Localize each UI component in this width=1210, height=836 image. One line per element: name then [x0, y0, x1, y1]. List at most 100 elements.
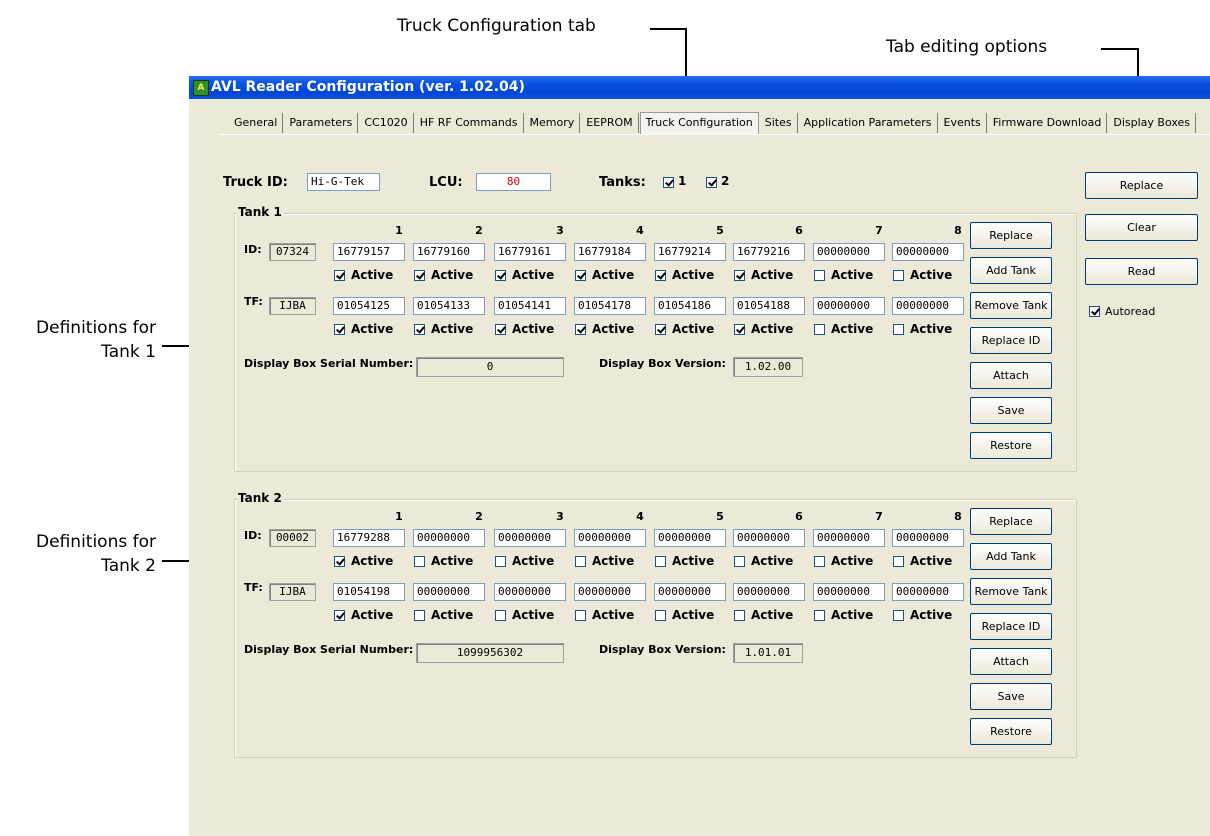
tf-input-6[interactable]: 00000000 [733, 583, 805, 601]
id-active-checkbox-8[interactable] [893, 270, 904, 281]
replace-button[interactable]: Replace [1085, 172, 1198, 199]
replace-tank-button[interactable]: Replace [970, 508, 1052, 535]
id-active-checkbox-2[interactable] [414, 270, 425, 281]
save-button[interactable]: Save [970, 397, 1052, 424]
tf-active-checkbox-2[interactable] [414, 610, 425, 621]
id-input-2[interactable]: 00000000 [413, 529, 485, 547]
tf-active-checkbox-7[interactable] [814, 610, 825, 621]
tf-input-1[interactable]: 01054125 [333, 297, 405, 315]
id-input-1[interactable]: 16779288 [333, 529, 405, 547]
tf-input-8[interactable]: 00000000 [892, 583, 964, 601]
id-active-checkbox-6[interactable] [734, 556, 745, 567]
clear-button[interactable]: Clear [1085, 214, 1198, 241]
id-active-checkbox-7[interactable] [814, 556, 825, 567]
id-input-5[interactable]: 00000000 [654, 529, 726, 547]
tank-2-checkbox[interactable] [706, 177, 717, 188]
tf-active-checkbox-4[interactable] [575, 610, 586, 621]
id-input-2[interactable]: 16779160 [413, 243, 485, 261]
tab-general[interactable]: General [229, 113, 284, 133]
title-bar[interactable]: A AVL Reader Configuration (ver. 1.02.04… [189, 76, 1210, 99]
id-active-checkbox-5[interactable] [655, 556, 666, 567]
tab-firmware-download[interactable]: Firmware Download [988, 113, 1108, 133]
id-input-7[interactable]: 00000000 [813, 243, 885, 261]
tab-memory[interactable]: Memory [525, 113, 581, 133]
id-active-checkbox-1[interactable] [334, 556, 345, 567]
tab-cc1020[interactable]: CC1020 [359, 113, 414, 133]
id-input-7[interactable]: 00000000 [813, 529, 885, 547]
lcu-input[interactable]: 80 [476, 173, 551, 191]
id-active-checkbox-2[interactable] [414, 556, 425, 567]
tf-active-checkbox-6[interactable] [734, 610, 745, 621]
tf-active-checkbox-6[interactable] [734, 324, 745, 335]
id-active-checkbox-4[interactable] [575, 270, 586, 281]
id-input-6[interactable]: 00000000 [733, 529, 805, 547]
id-input-3[interactable]: 16779161 [494, 243, 566, 261]
tab-eeprom[interactable]: EEPROM [581, 113, 639, 133]
id-input-4[interactable]: 00000000 [574, 529, 646, 547]
tf-active-checkbox-4[interactable] [575, 324, 586, 335]
tf-input-3[interactable]: 01054141 [494, 297, 566, 315]
tf-input-1[interactable]: 01054198 [333, 583, 405, 601]
id-active-checkbox-7[interactable] [814, 270, 825, 281]
tf-active-checkbox-5[interactable] [655, 324, 666, 335]
id-active-checkbox-3[interactable] [495, 270, 506, 281]
id-input-8[interactable]: 00000000 [892, 243, 964, 261]
app-icon: A [193, 80, 209, 96]
tf-input-7[interactable]: 00000000 [813, 297, 885, 315]
tf-input-3[interactable]: 00000000 [494, 583, 566, 601]
replace-id-button[interactable]: Replace ID [970, 613, 1052, 640]
replace-id-button[interactable]: Replace ID [970, 327, 1052, 354]
attach-button[interactable]: Attach [970, 648, 1052, 675]
id-active-checkbox-8[interactable] [893, 556, 904, 567]
restore-button[interactable]: Restore [970, 432, 1052, 459]
id-active-checkbox-3[interactable] [495, 556, 506, 567]
tf-active-checkbox-2[interactable] [414, 324, 425, 335]
tf-input-2[interactable]: 00000000 [413, 583, 485, 601]
id-input-5[interactable]: 16779214 [654, 243, 726, 261]
tab-parameters[interactable]: Parameters [284, 113, 359, 133]
tf-input-2[interactable]: 01054133 [413, 297, 485, 315]
id-input-6[interactable]: 16779216 [733, 243, 805, 261]
tab-application-parameters[interactable]: Application Parameters [799, 113, 938, 133]
id-input-4[interactable]: 16779184 [574, 243, 646, 261]
replace-tank-button[interactable]: Replace [970, 222, 1052, 249]
id-input-1[interactable]: 16779157 [333, 243, 405, 261]
tf-active-checkbox-7[interactable] [814, 324, 825, 335]
remove-tank-button[interactable]: Remove Tank [970, 292, 1052, 319]
restore-button[interactable]: Restore [970, 718, 1052, 745]
id-input-3[interactable]: 00000000 [494, 529, 566, 547]
tf-input-5[interactable]: 01054186 [654, 297, 726, 315]
tab-truck-configuration[interactable]: Truck Configuration [639, 112, 759, 135]
tab-events[interactable]: Events [939, 113, 987, 133]
id-input-8[interactable]: 00000000 [892, 529, 964, 547]
tab-hf-rf-commands[interactable]: HF RF Commands [415, 113, 524, 133]
save-button[interactable]: Save [970, 683, 1052, 710]
tf-input-5[interactable]: 00000000 [654, 583, 726, 601]
add-tank-button[interactable]: Add Tank [970, 257, 1052, 284]
remove-tank-button[interactable]: Remove Tank [970, 578, 1052, 605]
tf-active-checkbox-1[interactable] [334, 324, 345, 335]
tf-active-checkbox-3[interactable] [495, 324, 506, 335]
tf-active-checkbox-8[interactable] [893, 324, 904, 335]
tf-input-8[interactable]: 00000000 [892, 297, 964, 315]
truck-id-input[interactable]: Hi-G-Tek [307, 173, 380, 191]
id-active-checkbox-6[interactable] [734, 270, 745, 281]
tf-input-6[interactable]: 01054188 [733, 297, 805, 315]
tank-1-checkbox[interactable] [663, 177, 674, 188]
tf-active-checkbox-3[interactable] [495, 610, 506, 621]
attach-button[interactable]: Attach [970, 362, 1052, 389]
tf-input-7[interactable]: 00000000 [813, 583, 885, 601]
tab-sites[interactable]: Sites [760, 113, 798, 133]
tf-active-checkbox-1[interactable] [334, 610, 345, 621]
id-active-checkbox-4[interactable] [575, 556, 586, 567]
add-tank-button[interactable]: Add Tank [970, 543, 1052, 570]
read-button[interactable]: Read [1085, 258, 1198, 285]
tf-input-4[interactable]: 01054178 [574, 297, 646, 315]
tab-display-boxes[interactable]: Display Boxes [1108, 113, 1197, 133]
tf-active-checkbox-5[interactable] [655, 610, 666, 621]
id-active-checkbox-1[interactable] [334, 270, 345, 281]
tf-active-checkbox-8[interactable] [893, 610, 904, 621]
tf-input-4[interactable]: 00000000 [574, 583, 646, 601]
autoread-checkbox[interactable] [1089, 306, 1100, 317]
id-active-checkbox-5[interactable] [655, 270, 666, 281]
